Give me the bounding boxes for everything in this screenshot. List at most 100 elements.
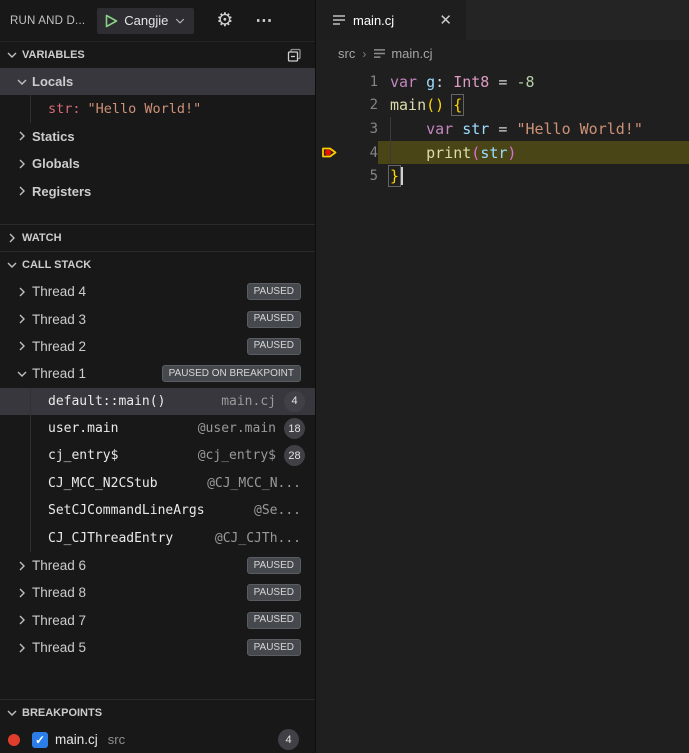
frame-line-badge: 4 [284, 391, 305, 412]
callstack-section-header[interactable]: CALL STACK [0, 252, 315, 278]
callstack-section: CALL STACK Thread 4PAUSEDThread 3PAUSEDT… [0, 251, 315, 661]
chevron-down-icon [4, 705, 20, 721]
code-editor[interactable]: 1var g: Int8 = -82main() {3 var str = "H… [316, 67, 689, 753]
frame-location: @CJ_MCC_N... [207, 476, 301, 491]
gear-icon[interactable]: ⚙ [216, 11, 233, 30]
code-token: main [390, 96, 426, 114]
launch-config-dropdown[interactable]: Cangjie [97, 8, 194, 34]
thread-label: Thread 5 [32, 640, 86, 655]
line-number: 2 [342, 97, 378, 113]
thread-status-badge: PAUSED [247, 338, 301, 355]
callstack-header-label: CALL STACK [22, 259, 91, 271]
editor-gutter[interactable]: 4 [316, 141, 378, 165]
tab-main-cj[interactable]: main.cj ✕ [316, 0, 466, 40]
line-number: 1 [342, 74, 378, 90]
close-icon[interactable]: ✕ [435, 11, 456, 29]
callstack-thread[interactable]: Thread 4PAUSED [0, 278, 315, 305]
code-line[interactable]: 5} [316, 164, 689, 188]
code-line-content[interactable]: main() { [378, 94, 689, 118]
frame-location: @Se... [254, 503, 301, 518]
callstack-thread[interactable]: Thread 7PAUSED [0, 607, 315, 634]
editor-gutter[interactable]: 3 [316, 117, 378, 141]
sidebar-empty-space [0, 661, 315, 699]
variables-scope-statics[interactable]: Statics [0, 123, 315, 150]
code-line[interactable]: 3 var str = "Hello World!" [316, 117, 689, 141]
code-line-content[interactable]: print(str) [378, 141, 689, 165]
code-token: var [426, 120, 453, 138]
frame-location: @CJ_CJTh... [215, 531, 301, 546]
frame-name: SetCJCommandLineArgs [48, 503, 205, 518]
editor-tabbar: main.cj ✕ [316, 0, 689, 40]
chevron-down-icon [4, 257, 20, 273]
watch-section: WATCH [0, 224, 315, 251]
code-line-content[interactable]: var g: Int8 = -8 [378, 70, 689, 94]
breakpoint-dot-icon [8, 734, 20, 746]
callstack-thread[interactable]: Thread 6PAUSED [0, 552, 315, 579]
frame-name: CJ_MCC_N2CStub [48, 476, 158, 491]
variables-scope-registers[interactable]: Registers [0, 178, 315, 205]
thread-label: Thread 4 [32, 284, 86, 299]
callstack-thread[interactable]: Thread 8 PAUSED [0, 579, 315, 606]
breakpoint-folder: src [108, 732, 125, 747]
code-line-content[interactable]: var str = "Hello World!" [378, 117, 689, 141]
variables-scope-locals[interactable]: Locals [0, 68, 315, 95]
callstack-thread[interactable]: Thread 2PAUSED [0, 333, 315, 360]
chevron-down-icon [4, 47, 20, 63]
callstack-frame[interactable]: SetCJCommandLineArgs @Se... [0, 497, 315, 524]
editor-gutter[interactable]: 5 [316, 164, 378, 188]
frame-line-badge: 28 [284, 445, 305, 466]
variables-scope-globals[interactable]: Globals [0, 150, 315, 177]
variable-str[interactable]: str: "Hello World!" [0, 95, 315, 122]
editor-pane: main.cj ✕ src › main.cj 1var g: Int8 = -… [316, 0, 689, 753]
tab-label: main.cj [353, 13, 394, 28]
breadcrumb-file[interactable]: main.cj [391, 46, 432, 61]
more-actions-icon[interactable]: ⋯ [255, 12, 273, 29]
breakpoint-checkbox[interactable]: ✓ [32, 732, 48, 748]
code-token: Int8 [453, 73, 489, 91]
callstack-frame[interactable]: cj_entry$ @cj_entry$ 28 [0, 442, 315, 469]
callstack-frame[interactable]: CJ_MCC_N2CStub @CJ_MCC_N... [0, 470, 315, 497]
callstack-thread[interactable]: Thread 1PAUSED ON BREAKPOINT [0, 360, 315, 387]
callstack-frame[interactable]: user.main@user.main18 [0, 415, 315, 442]
thread-label: Thread 8 [32, 585, 86, 600]
variables-section-header[interactable]: VARIABLES [0, 42, 315, 68]
current-statement-breakpoint-icon[interactable] [316, 145, 342, 160]
breakpoint-item[interactable]: ✓ main.cj src 4 [0, 726, 315, 753]
thread-status-badge: PAUSED [247, 612, 301, 629]
code-token: ( [471, 144, 480, 162]
collapse-all-icon[interactable] [286, 47, 303, 64]
breakpoints-section-header[interactable]: BREAKPOINTS [0, 700, 315, 726]
code-token: print [426, 144, 471, 162]
variable-name: str: [48, 101, 81, 117]
code-line-current[interactable]: 4 print(str) [316, 141, 689, 165]
code-token: str [480, 144, 507, 162]
text-cursor [401, 167, 403, 185]
code-line[interactable]: 2main() { [316, 94, 689, 118]
editor-gutter[interactable]: 2 [316, 94, 378, 118]
frame-name: cj_entry$ [48, 448, 118, 463]
code-line-content[interactable]: } [378, 164, 689, 188]
callstack-frame[interactable]: CJ_CJThreadEntry @CJ_CJTh... [0, 524, 315, 551]
variables-header-label: VARIABLES [22, 49, 85, 61]
line-number: 4 [342, 145, 378, 161]
callstack-frame[interactable]: default::main()main.cj4 [0, 388, 315, 415]
chevron-down-icon [14, 366, 30, 382]
frame-location: @cj_entry$ [198, 448, 276, 463]
thread-status-badge: PAUSED [247, 311, 301, 328]
watch-section-header[interactable]: WATCH [0, 225, 315, 251]
locals-label: Locals [32, 74, 73, 89]
frame-name: CJ_CJThreadEntry [48, 531, 173, 546]
callstack-thread[interactable]: Thread 3 PAUSED [0, 305, 315, 332]
code-token: "Hello World!" [516, 120, 642, 138]
thread-status-badge: PAUSED [247, 639, 301, 656]
watch-header-label: WATCH [22, 232, 62, 244]
callstack-thread[interactable]: Thread 5 PAUSED [0, 634, 315, 661]
breadcrumb-folder[interactable]: src [338, 46, 355, 61]
chevron-right-icon [14, 183, 30, 199]
frame-location: @user.main [198, 421, 276, 436]
thread-status-badge: PAUSED [247, 584, 301, 601]
code-line[interactable]: 1var g: Int8 = -8 [316, 70, 689, 94]
editor-gutter[interactable]: 1 [316, 70, 378, 94]
thread-label: Thread 3 [32, 312, 86, 327]
chevron-right-icon [14, 612, 30, 628]
